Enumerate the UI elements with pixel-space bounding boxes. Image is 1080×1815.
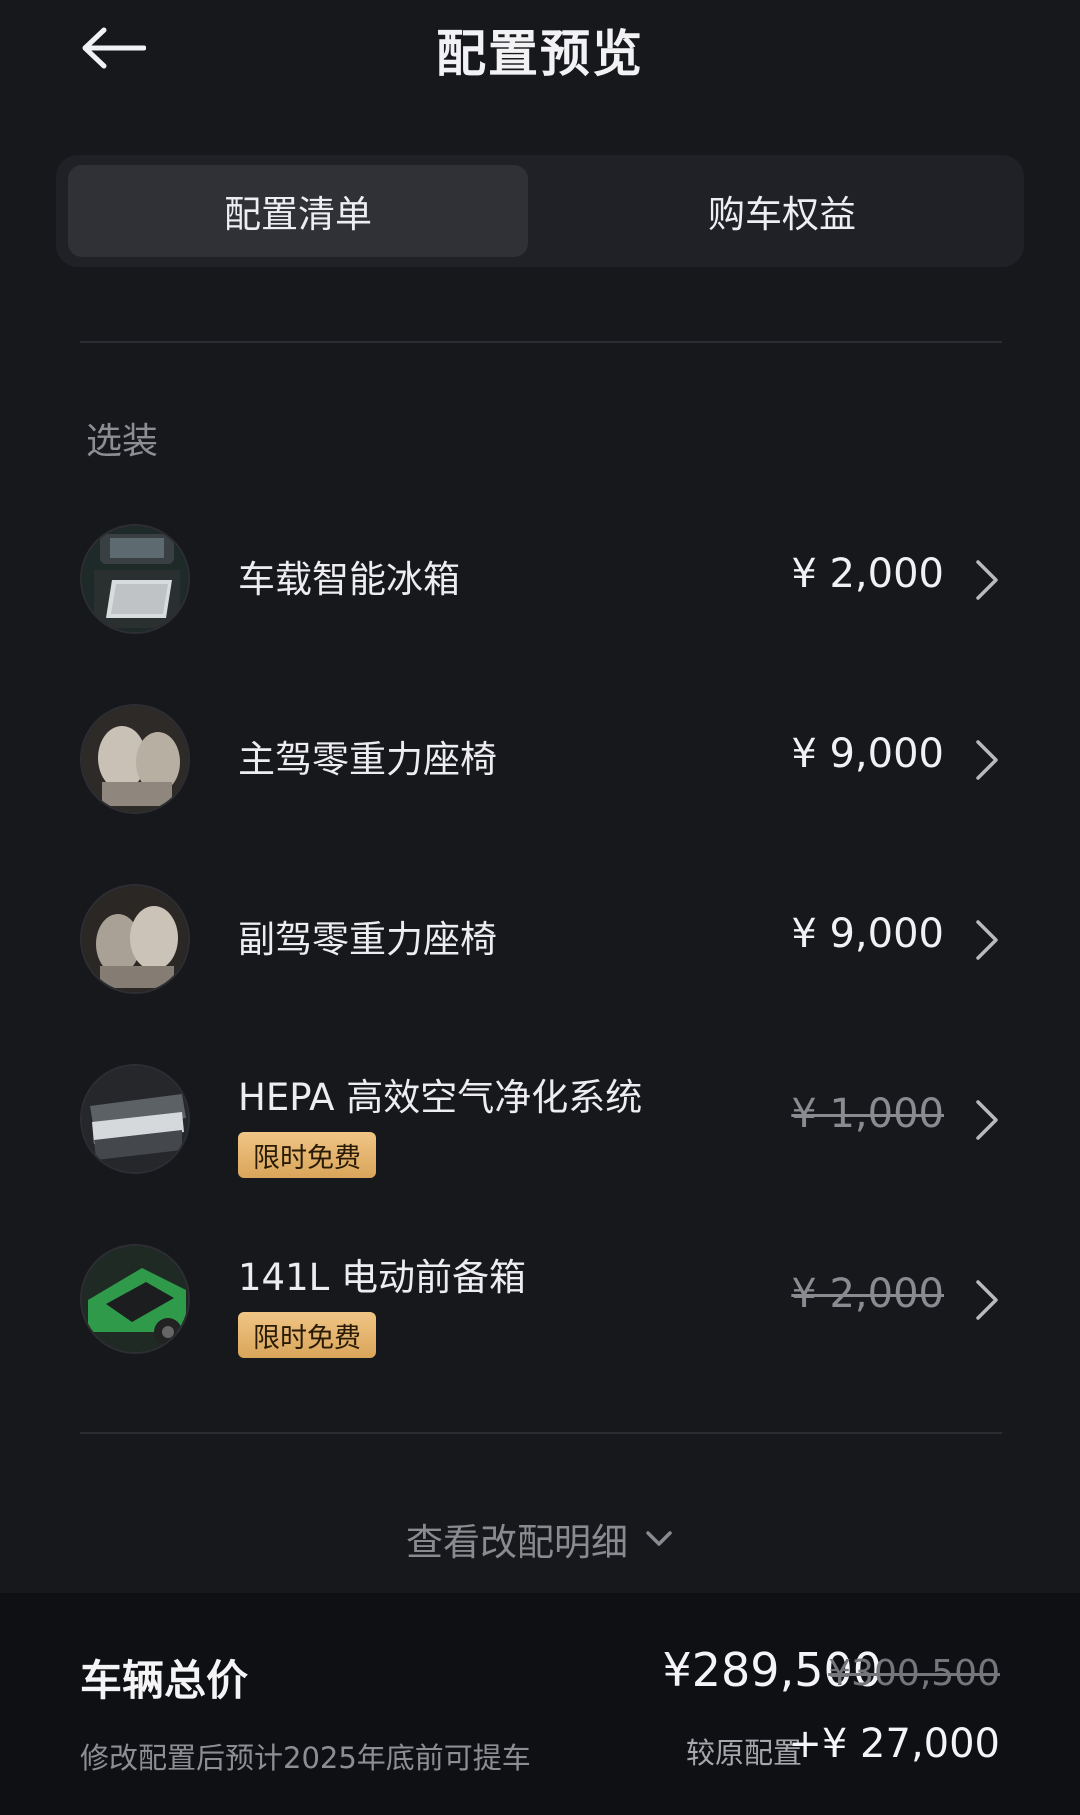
price-diff-label: 较原配置 xyxy=(685,1736,802,1770)
divider-bottom xyxy=(80,1432,1002,1434)
option-name: HEPA 高效空气净化系统 xyxy=(238,1076,643,1119)
tab-config-list[interactable]: 配置清单 xyxy=(68,165,528,257)
option-row-frunk[interactable]: 141L 电动前备箱 限时免费 ¥ 2,000 xyxy=(80,1244,1002,1364)
chevron-right-icon xyxy=(972,1097,1002,1143)
option-name: 主驾零重力座椅 xyxy=(238,738,497,781)
view-details-label: 查看改配明细 xyxy=(406,1521,628,1564)
option-price-struck: ¥ 2,000 xyxy=(791,1271,944,1317)
tab-purchase-benefits[interactable]: 购车权益 xyxy=(552,165,1012,257)
option-row-driver-seat[interactable]: 主驾零重力座椅 ¥ 9,000 xyxy=(80,704,1002,824)
passenger-seat-thumbnail xyxy=(80,884,190,994)
driver-seat-thumbnail xyxy=(80,704,190,814)
chevron-right-icon xyxy=(972,557,1002,603)
hepa-filter-thumbnail xyxy=(80,1064,190,1174)
view-details-button[interactable]: 查看改配明细 xyxy=(0,1512,1080,1566)
option-price: ¥ 9,000 xyxy=(791,911,944,957)
price-diff-value: +¥ 27,000 xyxy=(788,1721,1000,1767)
header: 配置预览 xyxy=(0,0,1080,100)
option-name: 141L 电动前备箱 xyxy=(238,1256,526,1299)
chevron-right-icon xyxy=(972,917,1002,963)
option-name: 副驾零重力座椅 xyxy=(238,918,497,961)
fridge-thumbnail xyxy=(80,524,190,634)
option-row-hepa[interactable]: HEPA 高效空气净化系统 限时免费 ¥ 1,000 xyxy=(80,1064,1002,1184)
option-name: 车载智能冰箱 xyxy=(238,558,460,601)
option-price: ¥ 2,000 xyxy=(791,551,944,597)
original-price-struck: ¥300,500 xyxy=(828,1653,1000,1694)
section-label-options: 选装 xyxy=(86,421,159,462)
tab-bar: 配置清单 购车权益 xyxy=(56,155,1024,267)
chevron-right-icon xyxy=(972,737,1002,783)
chevron-down-icon xyxy=(644,1527,674,1551)
chevron-right-icon xyxy=(972,1277,1002,1323)
delivery-note: 修改配置后预计2025年底前可提车 xyxy=(80,1741,531,1775)
price-footer: 车辆总价 ¥289,500 ¥300,500 修改配置后预计2025年底前可提车… xyxy=(0,1593,1080,1815)
option-row-fridge[interactable]: 车载智能冰箱 ¥ 2,000 xyxy=(80,524,1002,644)
option-price-struck: ¥ 1,000 xyxy=(791,1091,944,1137)
total-price-label: 车辆总价 xyxy=(80,1656,249,1705)
limited-free-badge: 限时免费 xyxy=(238,1312,376,1358)
option-price: ¥ 9,000 xyxy=(791,731,944,777)
frunk-thumbnail xyxy=(80,1244,190,1354)
page-title: 配置预览 xyxy=(436,25,644,83)
option-row-passenger-seat[interactable]: 副驾零重力座椅 ¥ 9,000 xyxy=(80,884,1002,1004)
limited-free-badge: 限时免费 xyxy=(238,1132,376,1178)
divider-top xyxy=(80,341,1002,343)
